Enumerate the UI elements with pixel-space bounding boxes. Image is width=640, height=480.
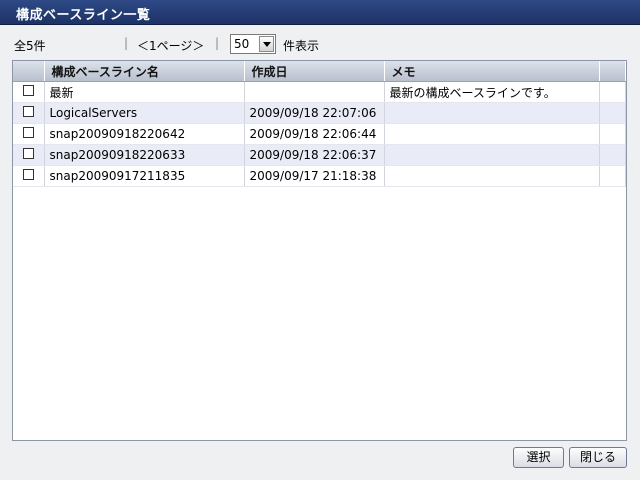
created-date: 2009/09/18 22:06:37 xyxy=(244,144,385,166)
row-checkbox[interactable] xyxy=(22,148,34,159)
filler-cell xyxy=(599,144,626,166)
baseline-name: 最新 xyxy=(44,81,245,103)
row-checkbox-cell xyxy=(13,102,45,124)
table-row[interactable]: snap20090918220642 2009/09/18 22:06:44 xyxy=(13,123,626,145)
list-toolbar: 全5件 | ＜1ページ＞ | 50 件表示 xyxy=(0,32,640,56)
table-row[interactable]: LogicalServers 2009/09/18 22:07:06 xyxy=(13,102,626,124)
baseline-name: snap20090918220633 xyxy=(44,144,245,166)
row-checkbox[interactable] xyxy=(22,127,34,138)
created-date: 2009/09/17 21:18:38 xyxy=(244,165,385,187)
per-page-select[interactable]: 50 xyxy=(230,34,276,54)
column-header-filler xyxy=(599,61,626,82)
row-checkbox-cell xyxy=(13,123,45,145)
column-header-memo[interactable]: メモ xyxy=(384,61,600,82)
chevron-down-icon[interactable] xyxy=(259,36,274,52)
table-header-row: 構成ベースライン名 作成日 メモ xyxy=(13,61,626,82)
memo xyxy=(384,144,600,166)
row-checkbox-cell xyxy=(13,165,45,187)
row-checkbox[interactable] xyxy=(22,85,34,96)
row-checkbox[interactable] xyxy=(22,169,34,180)
page-indicator[interactable]: ＜1ページ＞ xyxy=(137,37,204,54)
table-row[interactable]: snap20090918220633 2009/09/18 22:06:37 xyxy=(13,144,626,166)
baseline-list-window: 構成ベースライン一覧 全5件 | ＜1ページ＞ | 50 件表示 構成ベースライ… xyxy=(0,0,640,480)
column-header-name[interactable]: 構成ベースライン名 xyxy=(44,61,245,82)
filler-cell xyxy=(599,81,626,103)
close-button[interactable]: 閉じる xyxy=(569,447,627,468)
per-page-value: 50 xyxy=(234,37,250,51)
table-row[interactable]: snap20090917211835 2009/09/17 21:18:38 xyxy=(13,165,626,187)
row-checkbox-cell xyxy=(13,81,45,103)
window-title: 構成ベースライン一覧 xyxy=(16,8,151,23)
memo xyxy=(384,165,600,187)
filler-cell xyxy=(599,123,626,145)
column-header-created[interactable]: 作成日 xyxy=(244,61,385,82)
select-button[interactable]: 選択 xyxy=(513,447,564,468)
baseline-name: LogicalServers xyxy=(44,102,245,124)
table-row[interactable]: 最新 最新の構成ベースラインです。 xyxy=(13,81,626,103)
row-checkbox-cell xyxy=(13,144,45,166)
created-date: 2009/09/18 22:06:44 xyxy=(244,123,385,145)
total-count: 全5件 xyxy=(14,39,46,53)
pager-separator-right: | xyxy=(215,36,220,50)
created-date xyxy=(244,81,385,103)
memo xyxy=(384,123,600,145)
created-date: 2009/09/18 22:07:06 xyxy=(244,102,385,124)
column-header-select xyxy=(13,61,45,82)
filler-cell xyxy=(599,165,626,187)
pager-separator-left: | xyxy=(124,36,129,50)
memo xyxy=(384,102,600,124)
title-bar: 構成ベースライン一覧 xyxy=(0,0,640,25)
filler-cell xyxy=(599,102,626,124)
baseline-table: 構成ベースライン名 作成日 メモ 最新 最新の構成ベースラインです。 Logic… xyxy=(12,60,627,441)
baseline-name: snap20090917211835 xyxy=(44,165,245,187)
per-page-label: 件表示 xyxy=(283,39,320,53)
row-checkbox[interactable] xyxy=(22,106,34,117)
baseline-name: snap20090918220642 xyxy=(44,123,245,145)
memo: 最新の構成ベースラインです。 xyxy=(384,81,600,103)
